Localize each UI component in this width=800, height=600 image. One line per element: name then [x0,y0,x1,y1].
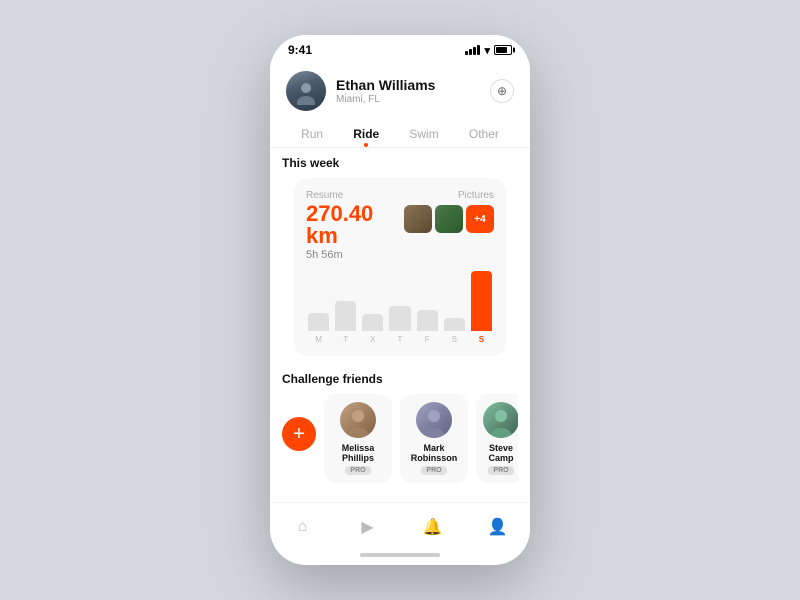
friend-badge-1: PRO [421,466,446,475]
resume-km: 270.40 km [306,203,404,247]
stats-card: Resume 270.40 km 5h 56m Pictures +4 [294,178,506,356]
picture-thumb-2[interactable] [435,205,463,233]
add-friend-button[interactable]: + [282,394,316,474]
friend-avatar-0 [340,402,376,438]
signal-icon [465,45,480,55]
chart-labels: M T X T F S S [306,331,494,344]
chart-bar-1 [335,301,356,331]
pictures-more[interactable]: +4 [466,205,494,233]
main-content: Ethan Williams Miami, FL ⊕ Run Ride Swim… [270,61,530,502]
phone-container: 9:41 ▾ [270,35,530,565]
chart-label-F: F [417,335,438,344]
chart-label-T2: T [389,335,410,344]
chart-label-X: X [362,335,383,344]
chart-bar-0 [308,313,329,331]
home-icon: ⌂ [298,518,308,536]
status-time: 9:41 [288,43,312,57]
resume-time: 5h 56m [306,249,404,261]
friend-name-2: SteveCamp [488,443,513,463]
picture-thumb-1[interactable] [404,205,432,233]
chart-label-T: T [335,335,356,344]
resume-block: Resume 270.40 km 5h 56m [306,190,404,261]
avatar [286,71,326,111]
avatar-image [292,77,320,105]
nav-profile[interactable]: 👤 [480,513,516,541]
resume-label: Resume [306,190,404,201]
profile-name: Ethan Williams [336,77,435,93]
chart-bars [306,271,494,331]
nav-notifications[interactable]: 🔔 [415,513,451,541]
friend-card-1[interactable]: MarkRobinsson PRO [400,394,468,483]
this-week-title: This week [282,156,518,170]
bottom-navigation: ⌂ ▶ 🔔 👤 [270,502,530,549]
friend-avatar-1 [416,402,452,438]
friend-name-1: MarkRobinsson [411,443,458,463]
status-bar: 9:41 ▾ [270,35,530,61]
nav-play[interactable]: ▶ [350,513,386,541]
activity-tabs: Run Ride Swim Other [270,119,530,148]
tab-ride[interactable]: Ride [347,125,385,143]
challenge-friends-section: Challenge friends + MelissaPhillips PRO [270,364,530,491]
add-circle-icon: + [282,417,316,451]
bell-icon: 🔔 [423,517,443,537]
status-icons: ▾ [465,44,512,57]
tab-swim[interactable]: Swim [403,125,444,143]
weekly-chart: M T X T F S S [306,271,494,344]
friend-name-0: MelissaPhillips [342,443,375,463]
chart-bar-5 [444,318,465,331]
home-indicator [270,549,530,565]
friend-card-0[interactable]: MelissaPhillips PRO [324,394,392,483]
tab-run[interactable]: Run [295,125,329,143]
friend-card-2[interactable]: SteveCamp PRO [476,394,518,483]
friend-avatar-2 [483,402,518,438]
play-icon: ▶ [361,517,373,537]
battery-icon [494,45,512,55]
pictures-label: Pictures [458,190,494,201]
friends-list: + MelissaPhillips PRO [282,394,518,483]
tab-other[interactable]: Other [463,125,505,143]
friend-badge-2: PRO [488,466,513,475]
this-week-section: This week Resume 270.40 km 5h 56m Pictur… [270,148,530,356]
wifi-icon: ▾ [484,44,490,57]
chart-bar-6 [471,271,492,331]
settings-button[interactable]: ⊕ [490,79,514,103]
chart-bar-4 [417,310,438,331]
settings-icon: ⊕ [497,84,507,98]
challenge-friends-title: Challenge friends [282,372,518,386]
friend-badge-0: PRO [345,466,370,475]
person-icon: 👤 [488,517,508,537]
chart-label-M: M [308,335,329,344]
chart-label-S: S [444,335,465,344]
nav-home[interactable]: ⌂ [285,513,321,541]
chart-bar-3 [389,306,410,331]
profile-header: Ethan Williams Miami, FL ⊕ [270,61,530,119]
profile-location: Miami, FL [336,94,435,105]
active-tab-indicator [364,143,368,147]
chart-label-S2: S [471,335,492,344]
chart-bar-2 [362,314,383,331]
pictures-block: Pictures +4 [404,190,494,233]
